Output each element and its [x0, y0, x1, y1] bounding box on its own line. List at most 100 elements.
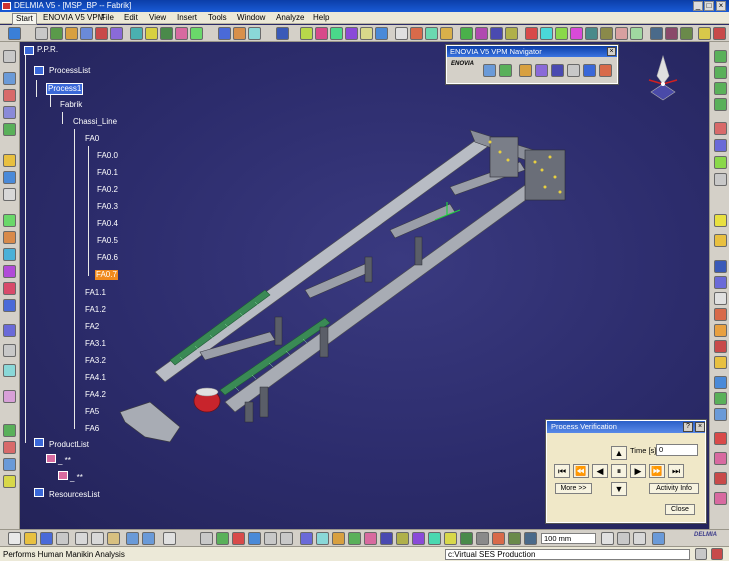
activity-icon[interactable] — [175, 27, 188, 40]
jump-end-button[interactable]: ⏭ — [668, 464, 684, 478]
catalog-icon[interactable] — [475, 27, 488, 40]
ground-icon[interactable] — [476, 532, 489, 545]
tree-node-chassi-line[interactable]: Chassi_Line — [73, 117, 117, 127]
clipping-icon[interactable] — [444, 532, 457, 545]
tree-node-fa2[interactable]: FA2 — [85, 322, 99, 332]
flag-icon[interactable] — [714, 340, 727, 353]
menu-analyze[interactable]: Analyze — [276, 13, 304, 23]
tree-node-product-1[interactable]: _ ** — [58, 456, 71, 466]
fly-icon[interactable] — [380, 532, 393, 545]
nav-sync-icon[interactable] — [583, 64, 596, 77]
compass-toggle-icon[interactable] — [617, 532, 630, 545]
pv-close-x-button[interactable]: × — [695, 422, 705, 432]
zoom-out-icon[interactable] — [280, 532, 293, 545]
copy-file-icon[interactable] — [91, 532, 104, 545]
globe-icon[interactable] — [276, 27, 289, 40]
measure-icon[interactable] — [248, 27, 261, 40]
play-backward-button[interactable]: ◀ — [592, 464, 608, 478]
pause-button[interactable]: ⏸ — [611, 464, 627, 478]
green-link-icon[interactable] — [714, 50, 727, 63]
ergo-icon[interactable] — [525, 27, 538, 40]
stop-icon[interactable] — [714, 432, 727, 445]
pert-icon[interactable] — [440, 27, 453, 40]
copy-icon[interactable] — [3, 106, 16, 119]
save-icon[interactable] — [40, 532, 53, 545]
activity-info-button[interactable]: Activity Info — [649, 483, 699, 494]
text-icon[interactable] — [714, 292, 727, 305]
normal-view-icon[interactable] — [300, 532, 313, 545]
nav-load-icon[interactable] — [499, 64, 512, 77]
camera-icon[interactable] — [375, 27, 388, 40]
worker-icon[interactable] — [3, 282, 16, 295]
tree-node-fa0-6[interactable]: FA0.6 — [97, 253, 118, 263]
blue-tool-icon[interactable] — [714, 139, 727, 152]
tree-node-fa0-7[interactable]: FA0.7 — [95, 270, 118, 280]
reach-icon[interactable] — [540, 27, 553, 40]
gear-icon[interactable] — [80, 27, 93, 40]
tree-node-fa1-1[interactable]: FA1.1 — [85, 288, 106, 298]
views-icon[interactable] — [316, 532, 329, 545]
pan-icon[interactable] — [232, 532, 245, 545]
grey-tool-icon[interactable] — [714, 173, 727, 186]
navigator-close-button[interactable]: × — [607, 47, 616, 56]
menu-enovia[interactable]: ENOVIA V5 VPM — [43, 13, 104, 23]
tree-node-process1[interactable]: Process1 — [46, 83, 84, 95]
zoom-in-icon[interactable] — [264, 532, 277, 545]
depth-icon[interactable] — [460, 532, 473, 545]
track-icon[interactable] — [360, 27, 373, 40]
cursor-icon[interactable] — [714, 214, 727, 227]
maximize-button[interactable]: □ — [704, 1, 714, 11]
new-process-icon[interactable] — [3, 72, 16, 85]
pink-icon[interactable] — [714, 452, 727, 465]
pv-time-input[interactable]: 0 — [656, 444, 698, 456]
move-icon[interactable] — [218, 27, 231, 40]
kinematic-icon[interactable] — [3, 475, 16, 488]
rotate-icon[interactable] — [248, 532, 261, 545]
sequence-icon[interactable] — [410, 27, 423, 40]
tree-node-ppr[interactable]: P.P.R. — [37, 45, 58, 55]
snap-icon[interactable] — [233, 27, 246, 40]
tree-node-fa0-5[interactable]: FA0.5 — [97, 236, 118, 246]
navigator-title-bar[interactable]: ENOVIA V5 VPM Navigator × — [447, 46, 617, 57]
mfg-icon[interactable] — [3, 458, 16, 471]
warning-icon[interactable] — [3, 154, 16, 167]
carry-icon[interactable] — [630, 27, 643, 40]
redo-icon[interactable] — [142, 532, 155, 545]
step-back-button[interactable]: ⏪ — [573, 464, 589, 478]
tree-node-fa1-2[interactable]: FA1.2 — [85, 305, 106, 315]
command-history-icon[interactable] — [695, 548, 707, 560]
light-icon[interactable] — [395, 27, 408, 40]
menu-file[interactable]: File — [101, 13, 114, 23]
swap-icon[interactable] — [364, 532, 377, 545]
magnifier-icon[interactable] — [492, 532, 505, 545]
robot-icon[interactable] — [3, 231, 16, 244]
distance-icon[interactable] — [345, 27, 358, 40]
pv-title-bar[interactable]: Process Verification ? × — [547, 421, 705, 433]
green-flow-icon[interactable] — [714, 82, 727, 95]
menu-insert[interactable]: Insert — [177, 13, 197, 23]
tree-node-product-2[interactable]: _ ** — [70, 473, 83, 483]
publish-icon[interactable] — [490, 27, 503, 40]
assembly-icon[interactable] — [3, 424, 16, 437]
tree-toggle-icon[interactable] — [216, 532, 229, 545]
pv-help-button[interactable]: ? — [683, 422, 693, 432]
flow-icon[interactable] — [190, 27, 203, 40]
green-tree-icon[interactable] — [714, 98, 727, 111]
product-icon[interactable] — [110, 27, 123, 40]
more-button[interactable]: More >> — [555, 483, 592, 494]
open-folder-icon[interactable] — [24, 532, 37, 545]
minimize-button[interactable]: _ — [693, 1, 703, 11]
menu-edit[interactable]: Edit — [124, 13, 138, 23]
tree-icon[interactable] — [50, 27, 63, 40]
tool-icon[interactable] — [3, 265, 16, 278]
walk-mode-icon[interactable] — [396, 532, 409, 545]
lift-icon[interactable] — [585, 27, 598, 40]
nav-query-icon[interactable] — [483, 64, 496, 77]
tree-node-productlist[interactable]: ProductList — [49, 440, 89, 450]
cog-icon[interactable] — [3, 324, 16, 337]
green-network-icon[interactable] — [714, 66, 727, 79]
push-icon[interactable] — [615, 27, 628, 40]
nav-save-icon[interactable] — [519, 64, 532, 77]
magenta-icon[interactable] — [714, 492, 727, 505]
tree-node-fa0-4[interactable]: FA0.4 — [97, 219, 118, 229]
